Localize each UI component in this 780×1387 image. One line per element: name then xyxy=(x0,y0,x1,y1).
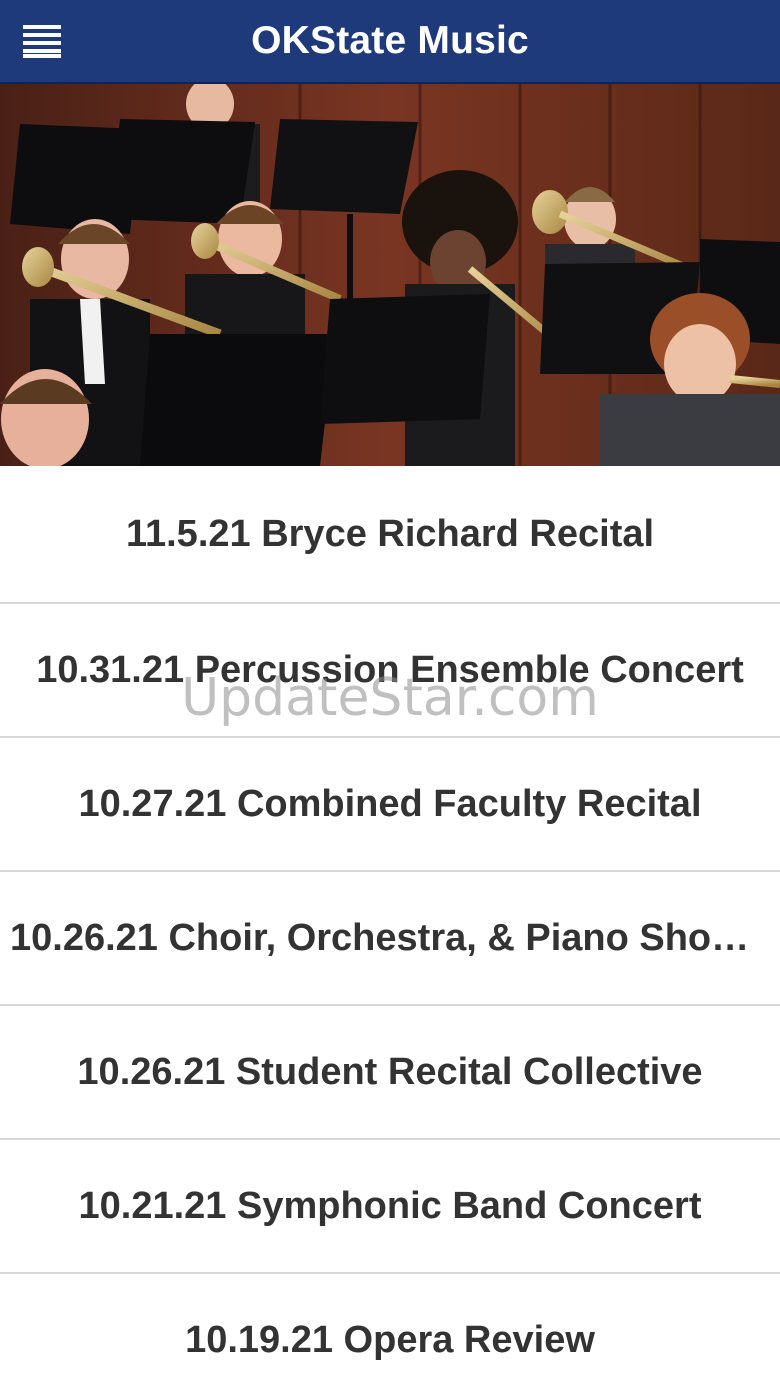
list-item[interactable]: 10.19.21 Opera Review xyxy=(0,1274,780,1387)
list-item[interactable]: 10.26.21 Student Recital Collective xyxy=(0,1006,780,1140)
list-item[interactable]: 10.26.21 Choir, Orchestra, & Piano Showc… xyxy=(0,872,780,1006)
list-item-label: 10.21.21 Symphonic Band Concert xyxy=(78,1184,702,1227)
recordings-list: 11.5.21 Bryce Richard Recital 10.31.21 P… xyxy=(0,466,780,1387)
list-item-label: 10.31.21 Percussion Ensemble Concert xyxy=(36,648,744,691)
app-header: OKState Music xyxy=(0,0,780,84)
page-title: OKState Music xyxy=(251,19,529,62)
app-screen: OKState Music 11.5.21 Bryce Richard Reci… xyxy=(0,0,780,1387)
list-item[interactable]: 10.21.21 Symphonic Band Concert xyxy=(0,1140,780,1274)
list-item[interactable]: 11.5.21 Bryce Richard Recital xyxy=(0,466,780,604)
list-item-label: 10.26.21 Student Recital Collective xyxy=(77,1050,703,1093)
hero-image xyxy=(0,84,780,466)
list-item-label: 10.27.21 Combined Faculty Recital xyxy=(78,782,702,825)
list-item-label: 11.5.21 Bryce Richard Recital xyxy=(125,512,655,555)
ensemble-photo xyxy=(0,84,780,466)
list-item-label: 10.19.21 Opera Review xyxy=(185,1318,595,1361)
list-item-label: 10.26.21 Choir, Orchestra, & Piano Showc… xyxy=(10,916,770,959)
list-item[interactable]: 10.27.21 Combined Faculty Recital xyxy=(0,738,780,872)
list-item[interactable]: 10.31.21 Percussion Ensemble Concert xyxy=(0,604,780,738)
